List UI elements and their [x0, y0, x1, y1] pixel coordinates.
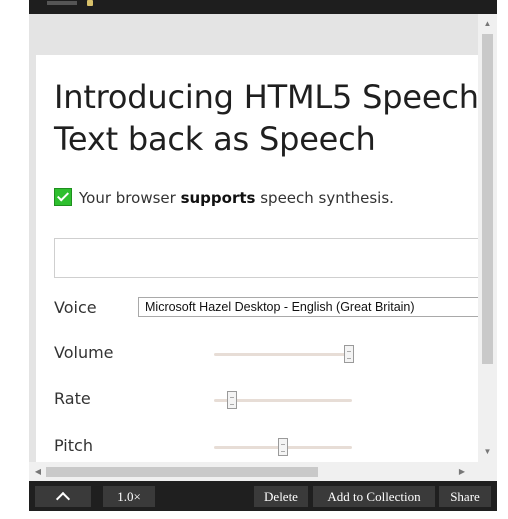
arrow-up-icon[interactable]: ▲ — [478, 16, 497, 32]
volume-slider-track — [214, 353, 352, 356]
support-prefix: Your browser — [79, 189, 181, 207]
add-to-collection-button[interactable]: Add to Collection — [313, 486, 435, 507]
volume-slider-thumb[interactable] — [344, 345, 355, 363]
pitch-label: Pitch — [54, 436, 93, 455]
vertical-scrollbar-thumb[interactable] — [482, 34, 493, 364]
arrow-right-icon[interactable]: ▶ — [455, 462, 469, 481]
voice-select[interactable]: Microsoft Hazel Desktop - English (Great… — [138, 297, 481, 317]
title-line-1: Introducing HTML5 Speech — [54, 78, 479, 116]
pitch-slider[interactable] — [214, 438, 352, 456]
strip-icon — [87, 0, 93, 6]
arrow-down-icon[interactable]: ▼ — [478, 444, 497, 460]
collapse-button[interactable] — [35, 486, 91, 507]
delete-button[interactable]: Delete — [254, 486, 308, 507]
rate-slider[interactable] — [214, 391, 352, 409]
page-title: Introducing HTML5 Speech Text back as Sp… — [54, 76, 481, 160]
zoom-button[interactable]: 1.0× — [103, 486, 155, 507]
rate-label: Rate — [54, 389, 91, 408]
bottom-toolbar: 1.0× Delete Add to Collection Share — [29, 481, 497, 511]
horizontal-scrollbar[interactable]: ◀ ▶ — [29, 462, 497, 481]
pitch-slider-thumb[interactable] — [278, 438, 288, 456]
rate-slider-thumb[interactable] — [226, 391, 237, 409]
horizontal-scrollbar-thumb[interactable] — [46, 467, 318, 477]
support-status: Your browser supports speech synthesis. — [54, 188, 394, 207]
share-button[interactable]: Share — [439, 486, 491, 507]
voice-label: Voice — [54, 298, 97, 317]
volume-slider[interactable] — [214, 345, 355, 363]
chevron-up-icon — [55, 491, 71, 507]
strip-text — [47, 1, 77, 5]
page-card: Introducing HTML5 Speech Text back as Sp… — [36, 55, 481, 463]
support-suffix: speech synthesis. — [255, 189, 394, 207]
support-emphasis: supports — [180, 189, 256, 207]
vertical-scrollbar[interactable]: ▲ ▼ — [478, 14, 497, 462]
title-line-2: Text back as Speech — [54, 120, 376, 158]
arrow-left-icon[interactable]: ◀ — [31, 462, 45, 481]
top-window-strip — [29, 0, 497, 14]
preview-panel: Introducing HTML5 Speech Text back as Sp… — [29, 14, 497, 481]
check-icon — [54, 188, 72, 206]
volume-label: Volume — [54, 343, 114, 362]
speech-text-input[interactable] — [54, 238, 481, 278]
